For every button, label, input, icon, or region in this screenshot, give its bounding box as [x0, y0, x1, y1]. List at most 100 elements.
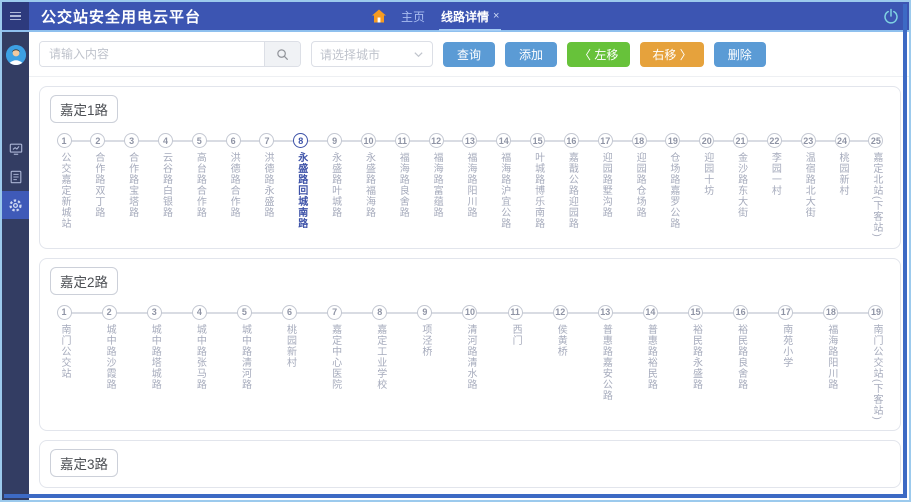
search-input[interactable] [40, 42, 264, 66]
route-stop[interactable]: 21金沙路东大街 [733, 133, 749, 238]
stop-name: 高台路合作路 [193, 152, 205, 218]
stop-number: 4 [192, 305, 207, 320]
stop-name: 城中路张马路 [193, 324, 205, 390]
city-select[interactable]: 请选择城市 [311, 41, 433, 67]
route-stop[interactable]: 6 洪德路合作路 [225, 133, 241, 238]
route-stop[interactable]: 5城中路清河路 [236, 305, 252, 421]
power-icon[interactable] [883, 8, 899, 24]
stop-name: 桃园新村 [836, 152, 848, 196]
stop-name: 仓场路嘉罗公路 [667, 152, 679, 229]
route-stop[interactable]: 7嘉定中心医院 [327, 305, 343, 421]
route-stop[interactable]: 1南门公交站 [56, 305, 72, 421]
stop-name: 南苑小学 [780, 324, 792, 368]
stop-name: 嘉戬公路迎园路 [565, 152, 577, 229]
vertical-scrollbar[interactable] [903, 4, 907, 498]
sidebar-item-settings[interactable] [2, 191, 29, 219]
query-button[interactable]: 查询 [443, 42, 495, 67]
route-stop[interactable]: 18迎园路仓场路 [631, 133, 647, 238]
stop-name: 裕民路良舍路 [735, 324, 747, 390]
move-right-button[interactable]: 右移 〉 [640, 42, 703, 67]
stop-number: 13 [462, 133, 477, 148]
route-stop[interactable]: 3城中路塔城路 [146, 305, 162, 421]
user-avatar[interactable] [6, 45, 26, 65]
route-stop[interactable]: 14福海路沪宜公路 [496, 133, 512, 238]
route-stop[interactable]: 4 城中路张马路 [191, 305, 207, 421]
stop-number: 5 [237, 305, 252, 320]
sidebar-menu [2, 135, 29, 219]
route-stop[interactable]: 3合作路宝塔路 [124, 133, 140, 238]
route-stop[interactable]: 25嘉定北站(下客站) [868, 133, 884, 238]
delete-button[interactable]: 删除 [714, 42, 766, 67]
route-stop[interactable]: 8永盛路回城南路 [293, 133, 309, 238]
toolbar: 请选择城市 查询 添加 〈 左移 右移 〉 删除 [29, 32, 909, 77]
route-stop[interactable]: 15叶城路博乐南路 [530, 133, 546, 238]
stop-number: 10 [361, 133, 376, 148]
search-button[interactable] [264, 42, 300, 66]
stop-name: 嘉定北站(下客站) [870, 152, 882, 238]
route-stop[interactable]: 16嘉戬公路迎园路 [563, 133, 579, 238]
stop-name: 福海路富蕴路 [430, 152, 442, 218]
route-stop[interactable]: 17 南苑小学 [778, 305, 794, 421]
tab-home[interactable]: 主页 [401, 2, 425, 30]
route-stop[interactable]: 17迎园路墅沟路 [597, 133, 613, 238]
route-stop[interactable]: 19南门公交站(下客站) [868, 305, 884, 421]
route-stop[interactable]: 11福海路良舍路 [394, 133, 410, 238]
stop-name: 合作路双丁路 [92, 152, 104, 218]
route-stop[interactable]: 10永盛路福海路 [360, 133, 376, 238]
route-name: 嘉定3路 [60, 457, 108, 472]
route-stop[interactable]: 18福海路阳川路 [823, 305, 839, 421]
add-button[interactable]: 添加 [505, 42, 557, 67]
tab-route-details[interactable]: 线路详情 × [439, 3, 501, 31]
sidebar-item-document[interactable] [2, 163, 29, 191]
route-stop[interactable]: 5高台路合作路 [191, 133, 207, 238]
route-stop[interactable]: 1公交嘉定新城站 [56, 133, 72, 238]
route-stop[interactable]: 19仓场路嘉罗公路 [665, 133, 681, 238]
route-stop[interactable]: 16裕民路良舍路 [733, 305, 749, 421]
stop-number: 7 [259, 133, 274, 148]
stop-number: 11 [395, 133, 410, 148]
stop-name: 迎园路墅沟路 [599, 152, 611, 218]
city-select-placeholder: 请选择城市 [320, 46, 413, 63]
move-left-button[interactable]: 〈 左移 [567, 42, 630, 67]
route-stop[interactable]: 20迎园十坊 [699, 133, 715, 238]
route-stop[interactable]: 8嘉定工业学校 [372, 305, 388, 421]
stop-number: 6 [226, 133, 241, 148]
route-stop[interactable]: 10清河路清水路 [462, 305, 478, 421]
route-stop[interactable]: 6桃园新村 [282, 305, 298, 421]
route-stop[interactable]: 7洪德路永盛路 [259, 133, 275, 238]
route-stop[interactable]: 12福海路富蕴路 [428, 133, 444, 238]
route-stop[interactable]: 23温宿路北大街 [800, 133, 816, 238]
stop-number: 14 [643, 305, 658, 320]
route-stop[interactable]: 15裕民路永盛路 [688, 305, 704, 421]
route-stop[interactable]: 13普惠路嘉安公路 [597, 305, 613, 421]
stop-number: 2 [102, 305, 117, 320]
route-stop[interactable]: 12侯黄桥 [552, 305, 568, 421]
tab-home-label: 主页 [401, 8, 425, 25]
sidebar-item-dashboard[interactable] [2, 135, 29, 163]
stop-name: 洪德路合作路 [227, 152, 239, 218]
stop-number: 10 [462, 305, 477, 320]
route-stop[interactable]: 11西门 [507, 305, 523, 421]
routes-container: 嘉定1路 1公交嘉定新城站2合作路双丁路3合作路宝塔路4云谷路白银路5高台路合作… [29, 77, 909, 500]
stop-number: 20 [699, 133, 714, 148]
route-stop[interactable]: 2城中路沙霞路 [101, 305, 117, 421]
tab-close-icon[interactable]: × [493, 10, 499, 22]
stop-number: 17 [778, 305, 793, 320]
stop-number: 23 [801, 133, 816, 148]
route-stop[interactable]: 9永盛路叶城路 [327, 133, 343, 238]
route-stop[interactable]: 9项泾桥 [417, 305, 433, 421]
stop-name: 叶城路博乐南路 [532, 152, 544, 229]
route-stop[interactable]: 4云谷路白银路 [157, 133, 173, 238]
stop-name: 裕民路永盛路 [690, 324, 702, 390]
stop-name: 南门公交站 [58, 324, 70, 379]
hamburger-icon [10, 12, 21, 21]
stop-number: 21 [733, 133, 748, 148]
stop-name: 福海路阳川路 [825, 324, 837, 390]
horizontal-scrollbar[interactable] [4, 494, 907, 498]
route-stop[interactable]: 2合作路双丁路 [90, 133, 106, 238]
menu-toggle-button[interactable] [2, 2, 29, 30]
route-stop[interactable]: 13福海路阳川路 [462, 133, 478, 238]
route-stop[interactable]: 24桃园新村 [834, 133, 850, 238]
route-stop[interactable]: 14普惠路裕民路 [642, 305, 658, 421]
route-stop[interactable]: 22李园一村 [766, 133, 782, 238]
